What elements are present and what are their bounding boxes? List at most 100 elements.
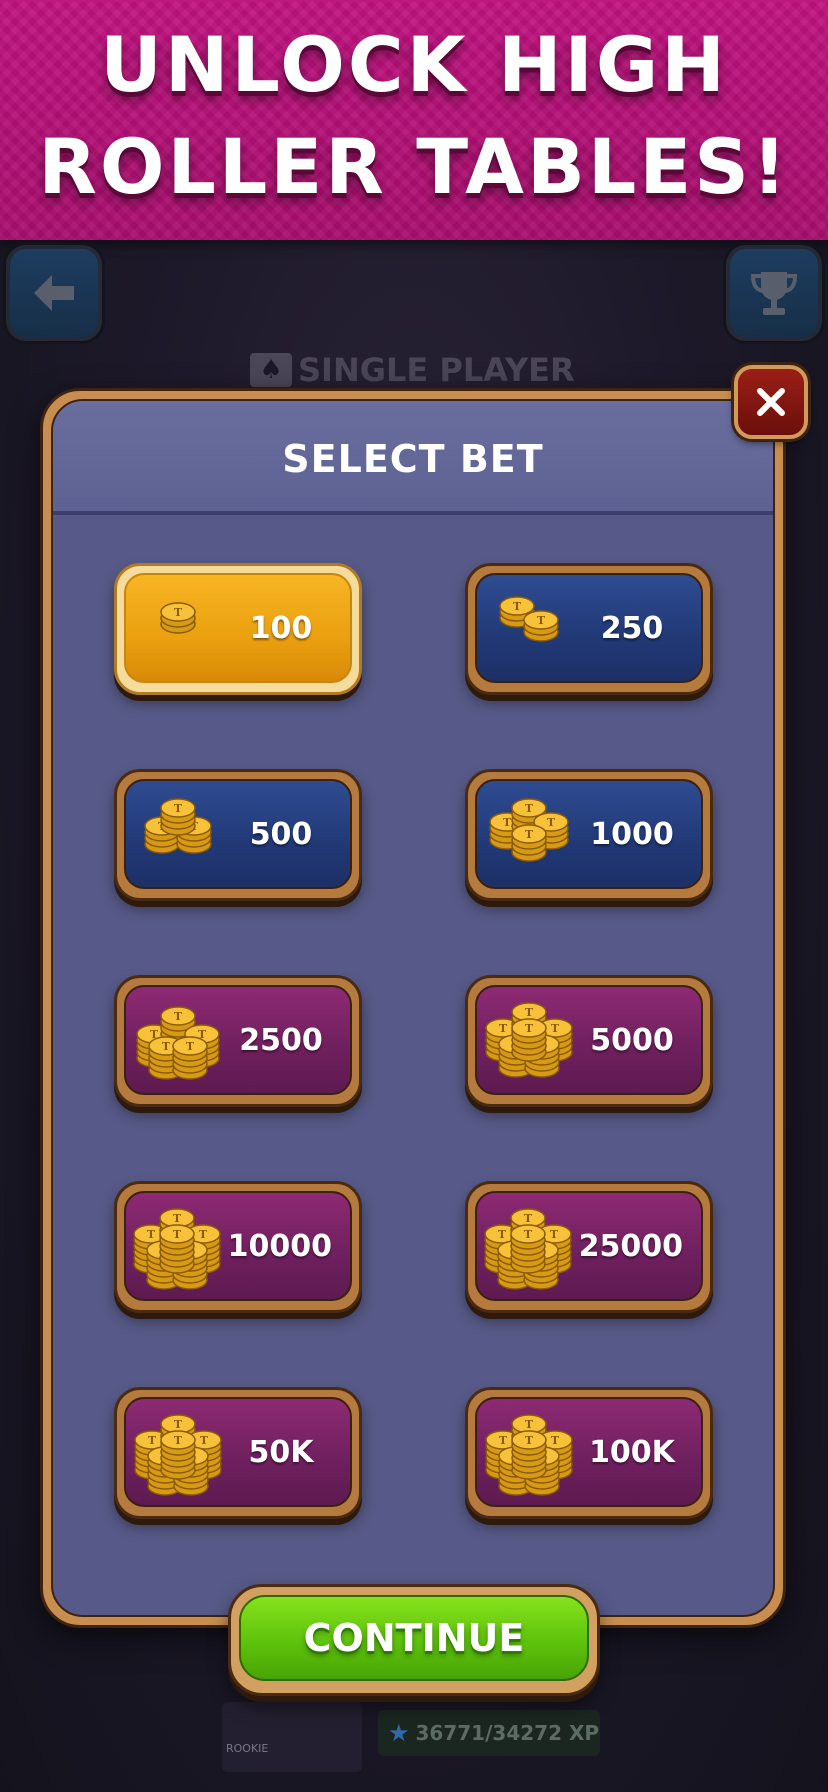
bet-option-face[interactable]: T T 250 xyxy=(475,573,703,683)
coin-stack-icon: T xyxy=(160,602,196,634)
cards-icon: ♠ xyxy=(250,353,292,387)
star-icon: ★ xyxy=(388,1719,410,1747)
bet-option-face[interactable]: T T T T T 2500 xyxy=(124,985,352,1095)
coin-stack-icon: TTTTTT xyxy=(485,1414,573,1496)
bet-option-500[interactable]: TTT 500 xyxy=(114,769,362,901)
banner-headline-line2: ROLLER TABLES! xyxy=(38,122,790,211)
arrow-left-icon xyxy=(34,275,74,311)
svg-text:T: T xyxy=(550,1228,559,1241)
bet-option-face[interactable]: TTTTTT 5000 xyxy=(475,985,703,1095)
trophy-icon xyxy=(750,272,798,315)
svg-text:T: T xyxy=(547,816,556,829)
modal-header: SELECT BET xyxy=(53,401,773,515)
svg-text:T: T xyxy=(186,1040,195,1053)
bet-option-250[interactable]: T T 250 xyxy=(465,563,713,695)
svg-text:T: T xyxy=(173,1212,182,1225)
svg-text:T: T xyxy=(525,828,534,841)
svg-text:T: T xyxy=(200,1434,209,1447)
svg-text:T: T xyxy=(537,614,546,627)
bet-option-face[interactable]: TTT 500 xyxy=(124,779,352,889)
bet-option-face[interactable]: TTTTTT 100K xyxy=(475,1397,703,1507)
coin-stack: T xyxy=(126,575,230,681)
svg-text:T: T xyxy=(174,1434,183,1447)
coin-stack: TTTTTT xyxy=(477,1193,579,1299)
bet-amount: 100 xyxy=(249,610,313,646)
close-icon xyxy=(757,388,785,416)
bet-option-face[interactable]: T T T T 1000 xyxy=(475,779,703,889)
bet-option-face[interactable]: T 100 xyxy=(124,573,352,683)
coin-stack: TTTTTT xyxy=(126,1399,230,1505)
svg-text:T: T xyxy=(174,1418,183,1431)
bet-amount: 500 xyxy=(249,816,313,852)
promo-banner: UNLOCK HIGH ROLLER TABLES! xyxy=(0,0,828,240)
close-button[interactable] xyxy=(734,365,808,439)
coin-stack-icon: TTTTTT xyxy=(485,1002,573,1078)
svg-text:T: T xyxy=(174,606,183,619)
bet-amount: 25000 xyxy=(578,1228,683,1264)
coin-stack: TTTTTT xyxy=(477,1399,581,1505)
svg-text:T: T xyxy=(148,1434,157,1447)
game-mode-label: SINGLE PLAYER xyxy=(298,351,575,389)
leaderboard-button[interactable] xyxy=(726,245,822,341)
continue-button-face[interactable]: CONTINUE xyxy=(239,1595,589,1681)
bet-option-100[interactable]: T 100 xyxy=(114,563,362,695)
coin-stack: TTTTT xyxy=(126,987,230,1093)
svg-text:T: T xyxy=(525,1418,534,1431)
svg-text:T: T xyxy=(498,1228,507,1241)
bet-option-50k[interactable]: TTTTTT 50K xyxy=(114,1387,362,1519)
svg-text:T: T xyxy=(147,1228,156,1241)
bet-amount: 1000 xyxy=(590,816,674,852)
modal-title: SELECT BET xyxy=(282,437,544,481)
svg-text:T: T xyxy=(174,802,183,815)
svg-text:T: T xyxy=(525,802,534,815)
bet-amount: 2500 xyxy=(239,1022,323,1058)
svg-text:T: T xyxy=(503,816,512,829)
bet-amount: 5000 xyxy=(590,1022,674,1058)
svg-text:T: T xyxy=(499,1434,508,1447)
bet-option-100k[interactable]: TTTTTT 100K xyxy=(465,1387,713,1519)
game-mode-title: ♠ SINGLE PLAYER xyxy=(250,350,575,390)
coin-stack: TTTTTT xyxy=(126,1193,228,1299)
bet-amount: 250 xyxy=(600,610,664,646)
coin-stack-icon: TT xyxy=(499,596,559,642)
back-button[interactable] xyxy=(6,245,102,341)
bet-option-25000[interactable]: TTTTTT25000 xyxy=(465,1181,713,1313)
svg-text:T: T xyxy=(551,1434,560,1447)
bet-option-1000[interactable]: T T T T 1000 xyxy=(465,769,713,901)
coin-stack: TTTT xyxy=(477,781,581,887)
player-rank-card xyxy=(222,1702,362,1772)
bet-option-5000[interactable]: TTTTTT 5000 xyxy=(465,975,713,1107)
bet-option-face[interactable]: TTTTTT25000 xyxy=(475,1191,703,1301)
coin-stack-icon: TTTTTT xyxy=(133,1208,221,1290)
coin-stack: TT xyxy=(477,575,581,681)
bet-option-face[interactable]: TTTTTT 50K xyxy=(124,1397,352,1507)
svg-text:T: T xyxy=(524,1228,533,1241)
coin-stack-icon: TTTT T xyxy=(136,1006,220,1080)
coin-stack-icon: TTT xyxy=(144,798,212,854)
coin-stack: TTT xyxy=(126,781,230,887)
rank-label: ROOKIE xyxy=(226,1742,269,1755)
continue-label: CONTINUE xyxy=(303,1616,525,1660)
bet-option-2500[interactable]: T T T T T 2500 xyxy=(114,975,362,1107)
svg-text:T: T xyxy=(513,600,522,613)
coin-stack-icon: TTTTTT xyxy=(134,1414,222,1496)
svg-text:T: T xyxy=(551,1022,560,1035)
svg-text:T: T xyxy=(525,1006,534,1019)
xp-text: 36771/34272 XP xyxy=(415,1721,600,1745)
svg-text:T: T xyxy=(173,1228,182,1241)
coin-stack-icon: TTTTTT xyxy=(484,1208,572,1290)
banner-headline-line1: UNLOCK HIGH xyxy=(100,20,728,109)
svg-text:T: T xyxy=(525,1434,534,1447)
coin-stack: TTTTTT xyxy=(477,987,581,1093)
svg-text:T: T xyxy=(499,1022,508,1035)
svg-text:T: T xyxy=(199,1228,208,1241)
continue-button[interactable]: CONTINUE xyxy=(228,1584,600,1696)
bet-amount: 100K xyxy=(589,1434,675,1470)
svg-text:T: T xyxy=(162,1040,171,1053)
bet-option-face[interactable]: TTTTTT10000 xyxy=(124,1191,352,1301)
svg-text:T: T xyxy=(174,1010,183,1023)
bet-option-10000[interactable]: TTTTTT10000 xyxy=(114,1181,362,1313)
svg-text:T: T xyxy=(525,1022,534,1035)
bet-amount: 50K xyxy=(248,1434,314,1470)
bet-amount: 10000 xyxy=(227,1228,332,1264)
